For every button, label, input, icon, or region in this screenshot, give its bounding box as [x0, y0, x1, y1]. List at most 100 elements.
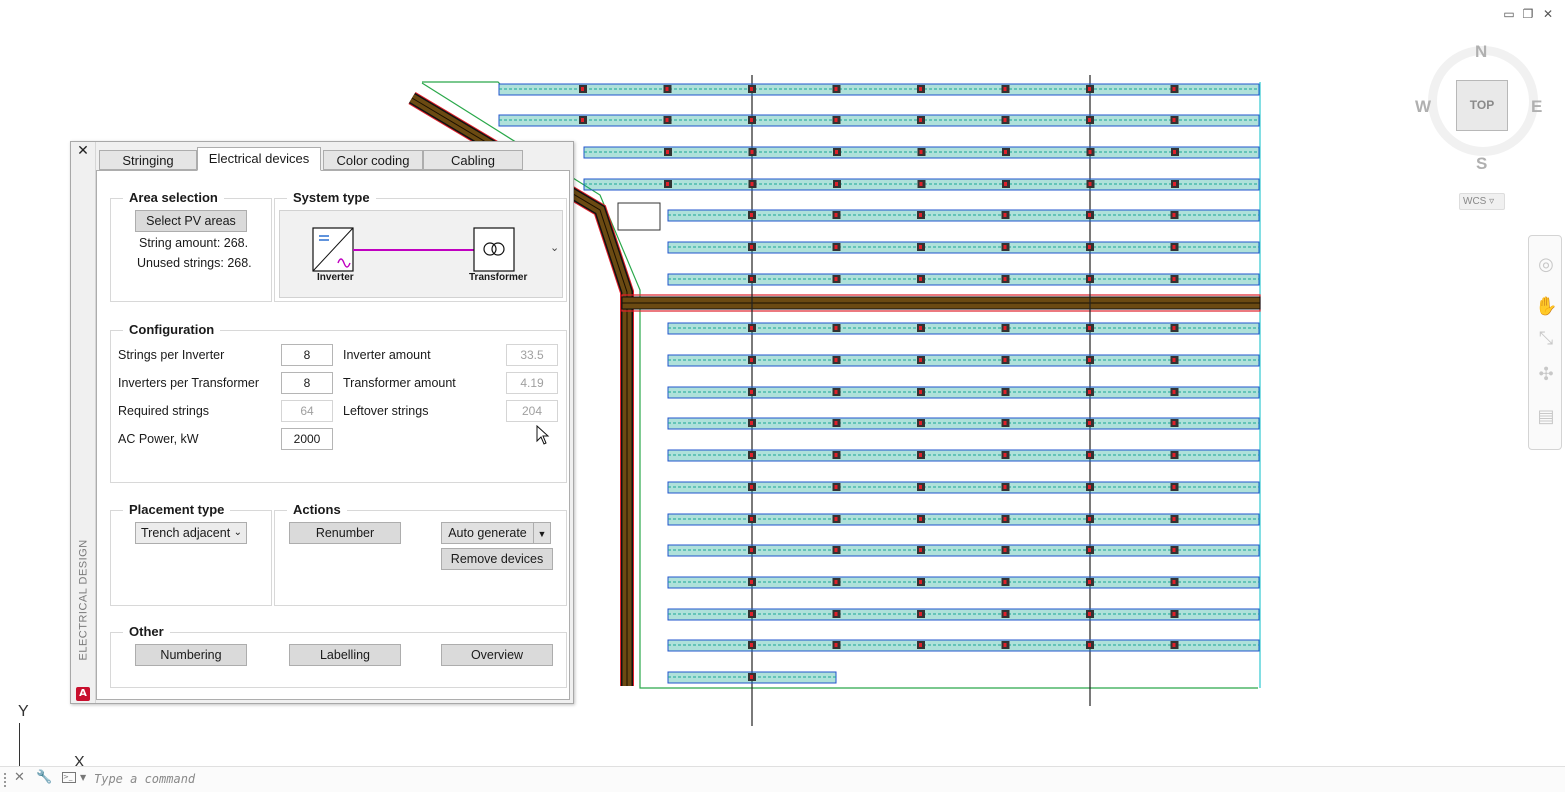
- combiner-box-dot: [834, 580, 838, 584]
- transformer-label: Transformer: [469, 272, 528, 283]
- combiner-box-dot: [750, 675, 753, 679]
- placement-type-select[interactable]: Trench adjacent ⌄: [135, 522, 247, 544]
- combiner-box-dot: [1172, 245, 1176, 249]
- combiner-box-dot: [919, 245, 922, 249]
- zoom-extents-icon[interactable]: ⤡: [1535, 328, 1557, 350]
- overview-button[interactable]: Overview: [441, 644, 553, 666]
- combiner-box-dot: [919, 421, 922, 425]
- inverter-label: Inverter: [317, 272, 354, 283]
- tab-stringing[interactable]: Stringing: [99, 150, 197, 170]
- combiner-box-dot: [1003, 390, 1007, 394]
- combiner-box-dot: [1088, 358, 1091, 362]
- renumber-button[interactable]: Renumber: [289, 522, 401, 544]
- combiner-box-dot: [834, 548, 838, 552]
- combiner-box-dot: [1003, 485, 1007, 489]
- combiner-box-dot: [834, 87, 838, 91]
- combiner-box-dot: [666, 150, 669, 154]
- combiner-box-dot: [1172, 453, 1176, 457]
- combiner-box-dot: [750, 421, 753, 425]
- combiner-box-dot: [834, 118, 838, 122]
- inverter-amount-label: Inverter amount: [343, 348, 431, 362]
- combiner-box-dot: [1088, 245, 1091, 249]
- combiner-box-dot: [1088, 118, 1091, 122]
- grip-icon[interactable]: [4, 773, 10, 787]
- combiner-box-dot: [1003, 580, 1007, 584]
- combiner-box-dot: [834, 245, 838, 249]
- combiner-box-dot: [1003, 87, 1007, 91]
- command-line-bar: ✕ 🔧 >_ ▼ Type a command: [0, 766, 1565, 792]
- combiner-box-dot: [919, 213, 922, 217]
- command-prompt-icon[interactable]: >_: [62, 772, 76, 783]
- combiner-box-dot: [1172, 421, 1176, 425]
- combiner-box-dot: [1003, 548, 1007, 552]
- combiner-box-dot: [750, 150, 754, 154]
- placement-chevron-down-icon: ⌄: [233, 527, 242, 538]
- actions-title: Actions: [287, 502, 347, 517]
- combiner-box-dot: [1003, 326, 1007, 330]
- combiner-box-dot: [750, 548, 753, 552]
- combiner-box-dot: [750, 612, 753, 616]
- combiner-box-dot: [1088, 548, 1091, 552]
- combiner-box-dot: [750, 643, 753, 647]
- device-block[interactable]: [617, 202, 661, 231]
- close-icon[interactable]: ✕: [76, 144, 90, 158]
- orbit-icon[interactable]: ✣: [1535, 364, 1557, 386]
- system-diagram: [312, 227, 515, 272]
- combiner-box-dot: [581, 118, 584, 122]
- compass-west[interactable]: W: [1415, 97, 1431, 117]
- showmotion-icon[interactable]: ▤: [1535, 406, 1557, 428]
- tab-electrical-devices[interactable]: Electrical devices: [197, 147, 321, 171]
- tab-cabling[interactable]: Cabling: [423, 150, 523, 170]
- strings-per-inverter-input[interactable]: 8: [281, 344, 333, 366]
- compass-east[interactable]: E: [1531, 97, 1542, 117]
- combiner-box-dot: [919, 548, 922, 552]
- ucs-y-axis: [19, 723, 20, 768]
- combiner-box-dot: [919, 612, 922, 616]
- combiner-box-dot: [834, 517, 838, 521]
- combiner-box-dot: [919, 358, 922, 362]
- compass-south[interactable]: S: [1476, 154, 1487, 174]
- tab-color-coding[interactable]: Color coding: [323, 150, 423, 170]
- unused-strings-text: Unused strings: 268.: [137, 256, 252, 270]
- customize-wrench-icon[interactable]: 🔧: [36, 770, 52, 785]
- combiner-box-dot: [834, 326, 838, 330]
- transformer-amount-label: Transformer amount: [343, 376, 456, 390]
- inverter-amount-value: 33.5: [506, 344, 558, 366]
- combiner-box-dot: [1003, 277, 1007, 281]
- combiner-box-dot: [1172, 485, 1176, 489]
- inverters-per-transformer-input[interactable]: 8: [281, 372, 333, 394]
- viewcube-top-face[interactable]: TOP: [1456, 80, 1508, 131]
- combiner-box-dot: [919, 182, 923, 186]
- combiner-box-dot: [1088, 182, 1092, 186]
- combiner-box-dot: [1004, 182, 1007, 186]
- pv-table-rows: [498, 83, 1260, 684]
- combiner-box-dot: [1088, 453, 1091, 457]
- system-type-chevron-down-icon[interactable]: ⌄: [550, 241, 559, 254]
- close-command-icon[interactable]: ✕: [14, 770, 25, 785]
- system-type-title: System type: [287, 190, 376, 205]
- combiner-box-dot: [919, 453, 922, 457]
- command-history-chevron-icon[interactable]: ▼: [80, 773, 86, 782]
- combiner-box-dot: [750, 517, 753, 521]
- combiner-box-dot: [750, 87, 753, 91]
- wcs-dropdown[interactable]: WCS ▿: [1459, 193, 1505, 210]
- command-input[interactable]: Type a command: [94, 772, 195, 786]
- compass-north[interactable]: N: [1475, 42, 1487, 62]
- ac-power-input[interactable]: 2000: [281, 428, 333, 450]
- pan-icon[interactable]: ✋: [1535, 296, 1557, 318]
- combiner-box-dot: [1003, 358, 1007, 362]
- combiner-box-dot: [665, 118, 669, 122]
- system-type-selector[interactable]: Inverter Transformer ⌄: [279, 210, 563, 298]
- numbering-button[interactable]: Numbering: [135, 644, 247, 666]
- labelling-button[interactable]: Labelling: [289, 644, 401, 666]
- auto-generate-dropdown[interactable]: ▼: [533, 522, 551, 544]
- combiner-box-dot: [834, 643, 838, 647]
- combiner-box-dot: [1003, 517, 1007, 521]
- auto-generate-button[interactable]: Auto generate: [441, 522, 534, 544]
- steering-wheel-icon[interactable]: ◎: [1535, 254, 1557, 276]
- select-pv-areas-button[interactable]: Select PV areas: [135, 210, 247, 232]
- required-strings-label: Required strings: [118, 404, 210, 418]
- placement-type-group: Placement type Trench adjacent ⌄: [110, 502, 272, 606]
- combiner-box-dot: [666, 182, 669, 186]
- remove-devices-button[interactable]: Remove devices: [441, 548, 553, 570]
